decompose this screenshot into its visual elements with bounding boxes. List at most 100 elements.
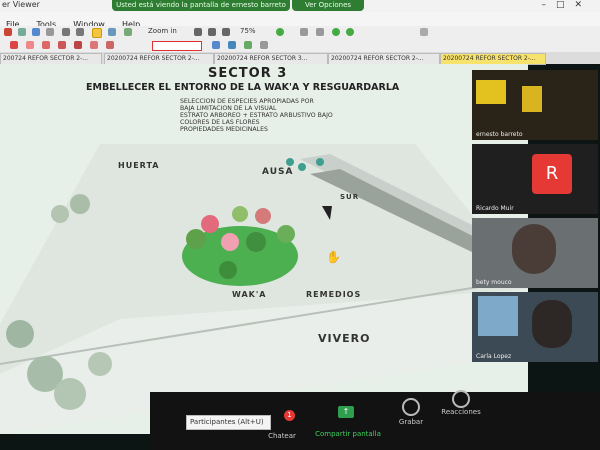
share-screen-label: Compartir pantalla	[315, 430, 381, 438]
bullet-item: ESTRATO ARBOREO + ESTRATO ARBUSTIVO BAJO	[180, 112, 333, 119]
zoom-in-label[interactable]: Zoom in	[148, 27, 177, 35]
label-waka: WAK'A	[232, 290, 267, 299]
label-huerta: HUERTA	[118, 161, 160, 170]
highlight-icon[interactable]	[26, 41, 34, 49]
reactions-button[interactable]: Reacciones	[438, 408, 484, 416]
toolbar-annotations	[0, 39, 600, 53]
link-icon[interactable]	[244, 41, 252, 49]
print-icon[interactable]	[46, 28, 54, 36]
label-vivero: VIVERO	[318, 332, 371, 345]
color-picker[interactable]	[152, 41, 202, 51]
tree	[286, 158, 294, 166]
participant-name: Carla Lopez	[476, 353, 512, 360]
view-options-button[interactable]: Ver Opciones	[292, 0, 364, 11]
tree-cluster	[54, 378, 86, 410]
participant-tile[interactable]: ernesto barreto	[472, 70, 598, 140]
participant-name: bety mouco	[476, 279, 512, 286]
flowering-tree	[201, 215, 219, 233]
zoom-out-icon[interactable]	[222, 28, 230, 36]
tools-icon[interactable]	[420, 28, 428, 36]
chat-label: Chatear	[268, 432, 296, 440]
toolbar-primary: Zoom in 75%	[0, 26, 600, 40]
line-icon[interactable]	[74, 41, 82, 49]
record-label: Grabar	[398, 418, 424, 426]
chat-button[interactable]: Chatear	[262, 432, 302, 440]
window-controls[interactable]: –□✕	[541, 0, 592, 10]
label-remedios: REMEDIOS	[306, 290, 362, 299]
participant-tile[interactable]: R Ricardo Muir	[472, 144, 598, 214]
nav-next-icon[interactable]	[276, 28, 284, 36]
share-screen-button[interactable]: Compartir pantalla	[310, 430, 386, 438]
participant-name: Ricardo Muir	[476, 205, 514, 212]
open-icon[interactable]	[18, 28, 26, 36]
eraser-icon[interactable]	[260, 41, 268, 49]
tree	[298, 163, 306, 171]
stamp-icon[interactable]	[212, 41, 220, 49]
tree	[316, 158, 324, 166]
shape-icon[interactable]	[58, 41, 66, 49]
slide-subtitle: EMBELLECER EL ENTORNO DE LA WAK'A Y RESG…	[86, 82, 400, 93]
back-icon[interactable]	[332, 28, 340, 36]
pdf-icon[interactable]	[4, 28, 12, 36]
video-feed	[532, 300, 572, 348]
slide-title: SECTOR 3	[208, 66, 288, 81]
fit-width-icon[interactable]	[208, 28, 216, 36]
tree	[232, 206, 248, 222]
window-titlebar: er Viewer Usted está viendo la pantalla …	[0, 0, 600, 12]
hand-tool-icon[interactable]	[92, 28, 102, 38]
tree-cluster	[88, 352, 112, 376]
bullet-item: SELECCION DE ESPECIES APROPIADAS POR	[180, 98, 314, 105]
measure-icon[interactable]	[228, 41, 236, 49]
video-feed	[522, 86, 542, 112]
bullet-item: PROPIEDADES MEDICINALES	[180, 126, 268, 133]
participants-tooltip: Participantes (Alt+U)	[186, 415, 271, 430]
rectangle-icon[interactable]	[106, 41, 114, 49]
video-feed	[476, 80, 506, 104]
tree-cluster	[6, 320, 34, 348]
arrow-icon[interactable]	[90, 41, 98, 49]
monitor-screen: er Viewer Usted está viendo la pantalla …	[0, 0, 600, 450]
record-icon[interactable]	[402, 398, 420, 416]
hand-cursor-icon: ✋	[326, 250, 341, 264]
tree	[186, 229, 206, 249]
tree	[277, 225, 295, 243]
snapshot-icon[interactable]	[124, 28, 132, 36]
label-sur: SUR	[340, 193, 360, 201]
select-tool-icon[interactable]	[108, 28, 116, 36]
video-feed	[478, 296, 518, 336]
bullet-item: BAJA LIMITACION DE LA VISUAL	[180, 105, 277, 112]
reactions-icon[interactable]	[452, 390, 470, 408]
save-icon[interactable]	[32, 28, 40, 36]
participants-panel: ernesto barreto R Ricardo Muir bety mouc…	[470, 70, 600, 370]
slide-canvas: SECTOR 3 EMBELLECER EL ENTORNO DE LA WAK…	[0, 64, 528, 434]
participant-name: ernesto barreto	[476, 131, 523, 138]
undo-icon[interactable]	[62, 28, 70, 36]
tree	[219, 261, 237, 279]
zoom-value[interactable]: 75%	[240, 27, 256, 35]
tree	[246, 232, 266, 252]
tree-cluster	[70, 194, 90, 214]
rotate-icon[interactable]	[300, 28, 308, 36]
participant-tile[interactable]: bety mouco	[472, 218, 598, 288]
record-button[interactable]: Grabar	[396, 418, 426, 426]
forward-icon[interactable]	[346, 28, 354, 36]
fit-page-icon[interactable]	[194, 28, 202, 36]
bullet-item: COLORES DE LAS FLORES	[180, 119, 260, 126]
label-ausa: AUSA	[262, 167, 294, 177]
pencil-icon[interactable]	[42, 41, 50, 49]
avatar: R	[532, 154, 572, 194]
share-banner: Usted está viendo la pantalla de ernesto…	[112, 0, 290, 11]
page-view-icon[interactable]	[316, 28, 324, 36]
pin-icon[interactable]	[10, 41, 18, 49]
chat-badge: 1	[284, 410, 295, 421]
redo-icon[interactable]	[76, 28, 84, 36]
menubar: File Tools Window Help	[0, 12, 600, 29]
reactions-label: Reacciones	[441, 408, 481, 416]
participant-tile[interactable]: Carla Lopez	[472, 292, 598, 362]
document-tabs: 200724 REFOR SECTOR 2-... 20200724 REFOR…	[0, 52, 600, 65]
share-screen-icon[interactable]: ↑	[338, 406, 354, 418]
video-feed	[512, 224, 556, 274]
app-title: er Viewer	[2, 0, 40, 9]
slide-bullets: SELECCION DE ESPECIES APROPIADAS POR BAJ…	[180, 98, 333, 133]
flowering-tree	[221, 233, 239, 251]
